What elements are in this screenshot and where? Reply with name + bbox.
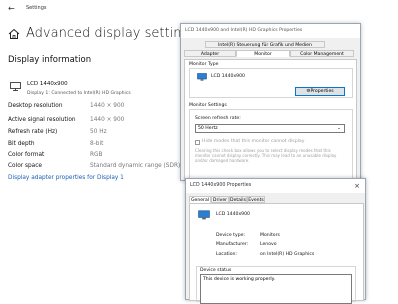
refresh-rate-select[interactable]: 50 Hertz ⌄ xyxy=(195,124,345,133)
chevron-down-icon: ⌄ xyxy=(337,126,341,131)
monitor-icon xyxy=(10,82,21,91)
hide-modes-label: Hide modes that this monitor cannot disp… xyxy=(202,139,305,144)
row-value: RGB xyxy=(90,152,103,158)
monitor-icon xyxy=(197,73,207,81)
tab-driver[interactable]: Driver xyxy=(211,196,229,203)
row-value: 1440 × 900 xyxy=(90,103,125,109)
monitor-icon xyxy=(198,210,210,220)
device-status-label: Device status xyxy=(200,268,232,273)
page-title: Advanced display settings xyxy=(26,26,197,41)
monitor-type-label: Monitor Type xyxy=(189,62,219,67)
row-label: Refresh rate (Hz) xyxy=(8,129,58,135)
tab-color-management[interactable]: Color Management xyxy=(290,50,354,57)
dialog-titlebar: LCD 1440x900 Properties × xyxy=(186,179,365,193)
home-icon xyxy=(8,28,20,39)
monitor-type-value: LCD 1440x900 xyxy=(211,74,245,79)
row-value: 8-bit xyxy=(90,141,104,147)
dialog-title: LCD 1440x900 Properties xyxy=(190,183,252,188)
tab-general[interactable]: General xyxy=(189,196,211,203)
tab-monitor[interactable]: Monitor xyxy=(236,50,290,57)
tab-details[interactable]: Details xyxy=(229,196,247,203)
dialog-titlebar: LCD 1440x900 and Intel(R) HD Graphics Pr… xyxy=(181,24,360,38)
row-label: Bit depth xyxy=(8,141,35,147)
properties-button[interactable]: ⚙Properties xyxy=(295,87,345,96)
section-title: Display information xyxy=(8,55,92,65)
row-value: 1440 × 900 xyxy=(90,117,125,123)
row-value: Standard dynamic range (SDR) xyxy=(90,163,181,169)
field-label: Device type: xyxy=(216,233,245,238)
refresh-rate-value: 50 Hertz xyxy=(198,126,218,131)
monitor-name: LCD 1440x900 xyxy=(27,81,68,87)
field-label: Manufacturer: xyxy=(216,242,249,247)
field-label: Location: xyxy=(216,252,237,257)
monitor-subtitle: Display 1: Connected to Intel(R) HD Grap… xyxy=(27,91,131,96)
monitor-tab-panel: Monitor Type LCD 1440x900 ⚙Properties Mo… xyxy=(184,59,357,180)
tab-adapter[interactable]: Adapter xyxy=(184,50,236,57)
row-value: 50 Hz xyxy=(90,129,107,135)
adapter-properties-dialog: LCD 1440x900 and Intel(R) HD Graphics Pr… xyxy=(180,23,361,181)
general-tab-panel: LCD 1440x900 Device type: Monitors Manuf… xyxy=(189,203,364,304)
row-label: Active signal resolution xyxy=(8,117,76,123)
device-name: LCD 1440x900 xyxy=(216,212,250,217)
field-value: Monitors xyxy=(260,233,280,238)
device-status-text: This device is working properly. xyxy=(203,277,276,282)
field-value: on Intel(R) HD Graphics xyxy=(260,252,315,257)
row-label: Desktop resolution xyxy=(8,103,63,109)
tab-events[interactable]: Events xyxy=(247,196,265,203)
tab-intel-graphics[interactable]: Intel(R) Steuerung für Grafik und Medien xyxy=(205,41,325,48)
hide-modes-checkbox[interactable] xyxy=(195,140,200,145)
field-value: Lenovo xyxy=(260,242,277,247)
properties-button-label: Properties xyxy=(310,89,334,94)
refresh-rate-label: Screen refresh rate: xyxy=(195,116,241,121)
window-title: Settings xyxy=(26,5,47,11)
monitor-properties-dialog: LCD 1440x900 Properties × General Driver… xyxy=(185,178,366,304)
adapter-properties-link[interactable]: Display adapter properties for Display 1 xyxy=(8,175,124,181)
monitor-settings-label: Monitor Settings xyxy=(189,103,227,108)
row-label: Color format xyxy=(8,152,45,158)
close-icon[interactable]: × xyxy=(354,179,360,193)
back-arrow-icon[interactable]: ← xyxy=(8,4,15,13)
hide-modes-help: Clearing this check box allows you to se… xyxy=(195,148,337,163)
row-label: Color space xyxy=(8,163,42,169)
